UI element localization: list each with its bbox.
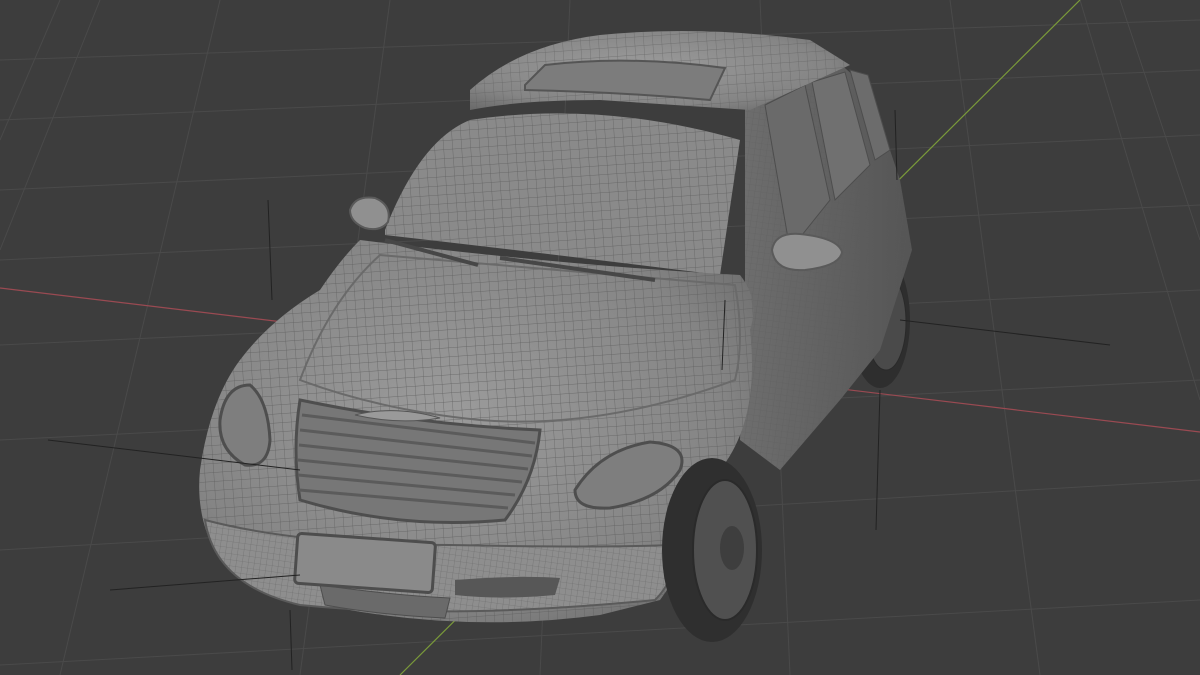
car-model[interactable] — [199, 31, 912, 642]
mirror-left — [348, 196, 390, 231]
viewport-canvas[interactable] — [0, 0, 1200, 675]
3d-viewport[interactable] — [0, 0, 1200, 675]
front-wheel[interactable] — [662, 458, 762, 642]
license-plate — [293, 532, 437, 594]
bumper-vent — [455, 576, 560, 598]
